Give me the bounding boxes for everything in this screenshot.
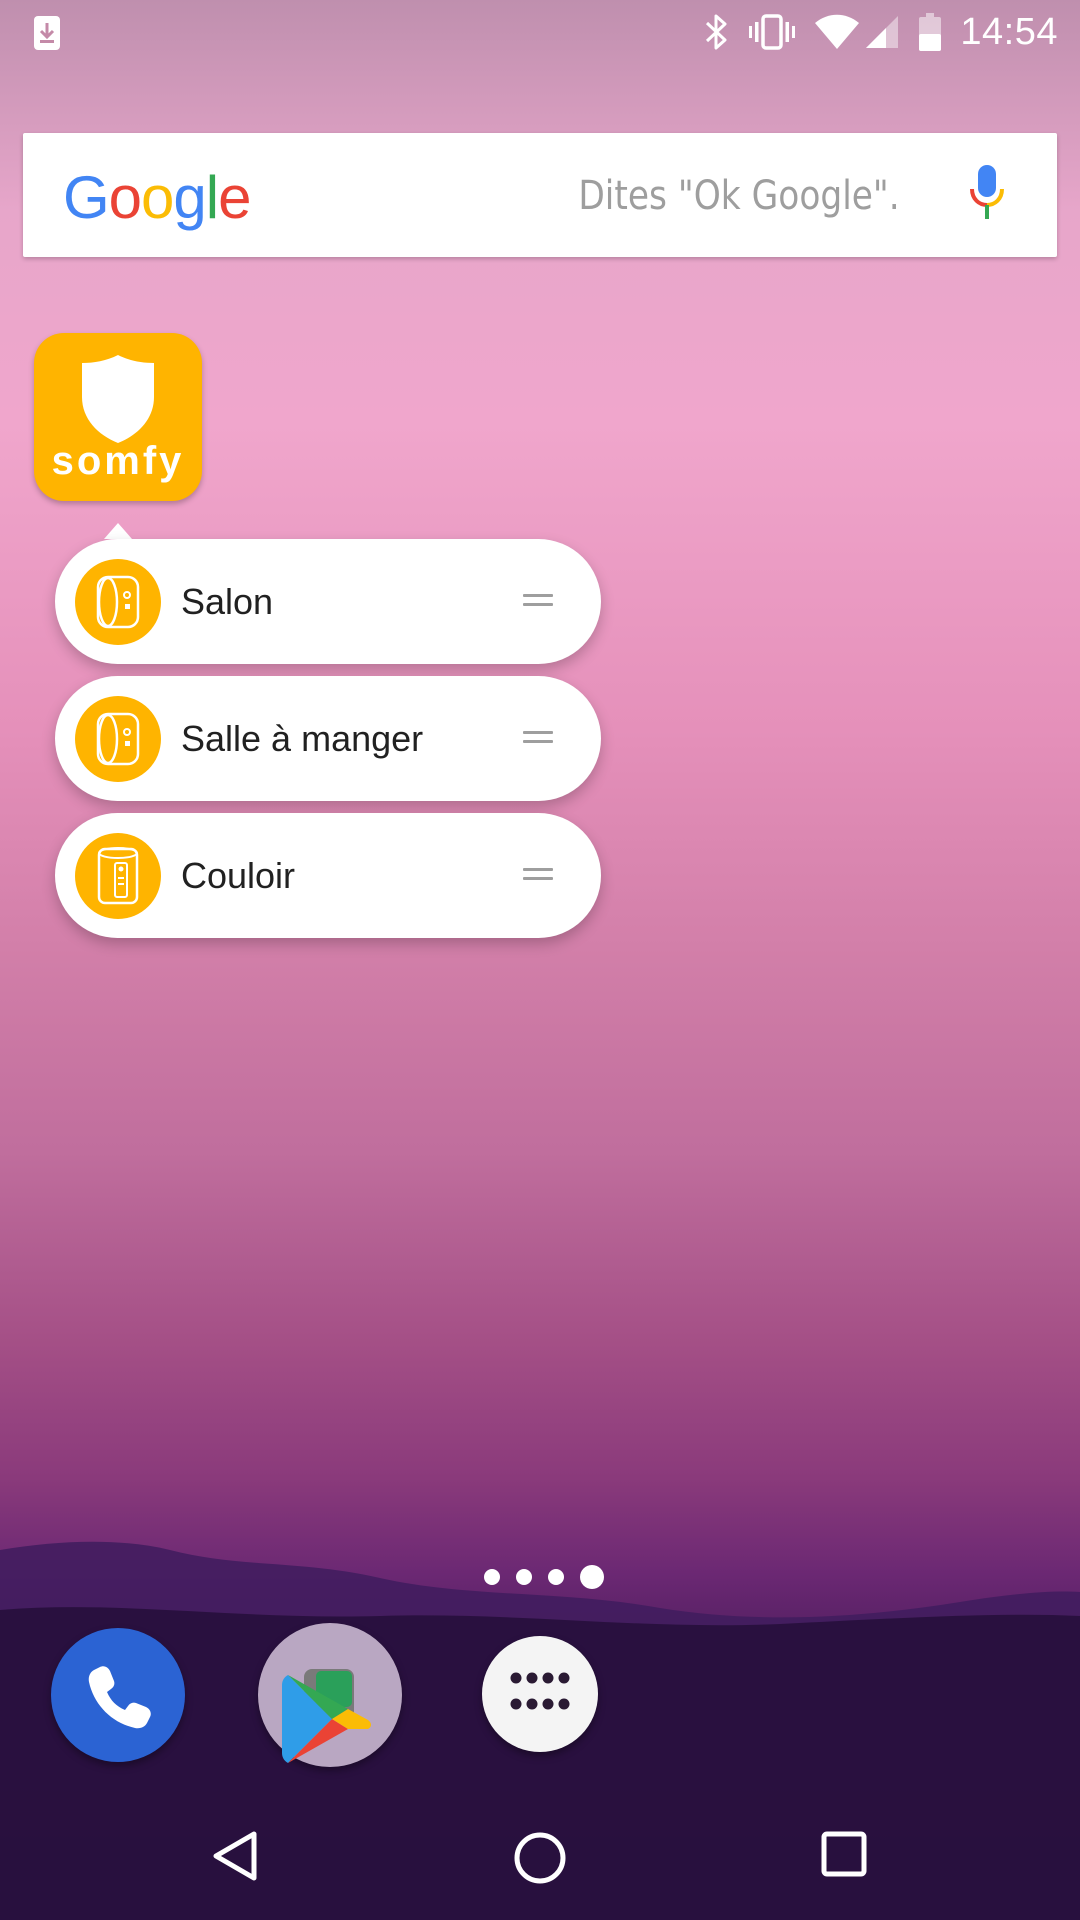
- status-bar: 14:54: [0, 0, 1080, 64]
- camera-icon: [75, 559, 161, 645]
- sensor-icon: [75, 833, 161, 919]
- battery-icon: [919, 13, 942, 51]
- shortcut-couloir[interactable]: Couloir: [55, 813, 601, 938]
- page-dot-active[interactable]: [580, 1565, 604, 1589]
- home-screen: 14:54 Google Dites "Ok Google". somfy Sa…: [0, 0, 1080, 1920]
- shield-icon: [82, 355, 154, 443]
- search-hint: Dites "Ok Google".: [578, 173, 900, 219]
- shortcut-label: Salle à manger: [181, 718, 424, 759]
- google-logo-letter: o: [141, 164, 174, 231]
- drag-handle-icon[interactable]: [523, 594, 553, 608]
- apps-grid-icon: [510, 1672, 570, 1710]
- phone-app-icon[interactable]: [51, 1628, 185, 1762]
- phone-icon: [88, 1666, 151, 1729]
- drag-handle-icon[interactable]: [523, 731, 553, 745]
- mic-icon[interactable]: [967, 163, 1007, 223]
- download-icon: [34, 16, 60, 50]
- bluetooth-icon: [706, 14, 727, 50]
- play-store-icon: [282, 1675, 371, 1763]
- back-icon[interactable]: [210, 1830, 258, 1882]
- app-brand-label: somfy: [51, 439, 185, 483]
- google-logo-letter: o: [108, 164, 142, 231]
- somfy-app-icon[interactable]: somfy: [34, 333, 202, 501]
- google-logo-letter: e: [218, 164, 251, 231]
- home-icon[interactable]: [512, 1830, 568, 1886]
- page-dot[interactable]: [484, 1569, 500, 1585]
- google-logo-letter: l: [205, 164, 219, 231]
- navigation-bar: [0, 1792, 1080, 1920]
- status-time: 14:54: [960, 10, 1058, 53]
- page-indicator: [484, 1565, 604, 1589]
- google-logo-letter: g: [173, 164, 206, 231]
- shortcut-salle-a-manger[interactable]: Salle à manger: [55, 676, 601, 801]
- apps-folder-icon[interactable]: [258, 1623, 402, 1767]
- page-dot[interactable]: [516, 1569, 532, 1585]
- camera-icon: [75, 696, 161, 782]
- signal-icon: [866, 16, 899, 48]
- vibrate-icon: [749, 14, 796, 50]
- shortcut-label: Salon: [181, 581, 274, 622]
- shortcut-label: Couloir: [181, 855, 296, 896]
- popup-caret: [104, 523, 132, 539]
- shortcut-salon[interactable]: Salon: [55, 539, 601, 664]
- wifi-icon: [815, 14, 860, 49]
- recents-icon[interactable]: [820, 1830, 868, 1878]
- google-search-bar[interactable]: Google Dites "Ok Google".: [23, 133, 1057, 257]
- drag-handle-icon[interactable]: [523, 868, 553, 882]
- page-dot[interactable]: [548, 1569, 564, 1585]
- app-drawer-button[interactable]: [482, 1636, 598, 1752]
- google-logo: Google: [63, 163, 252, 232]
- google-logo-letter: G: [63, 164, 110, 231]
